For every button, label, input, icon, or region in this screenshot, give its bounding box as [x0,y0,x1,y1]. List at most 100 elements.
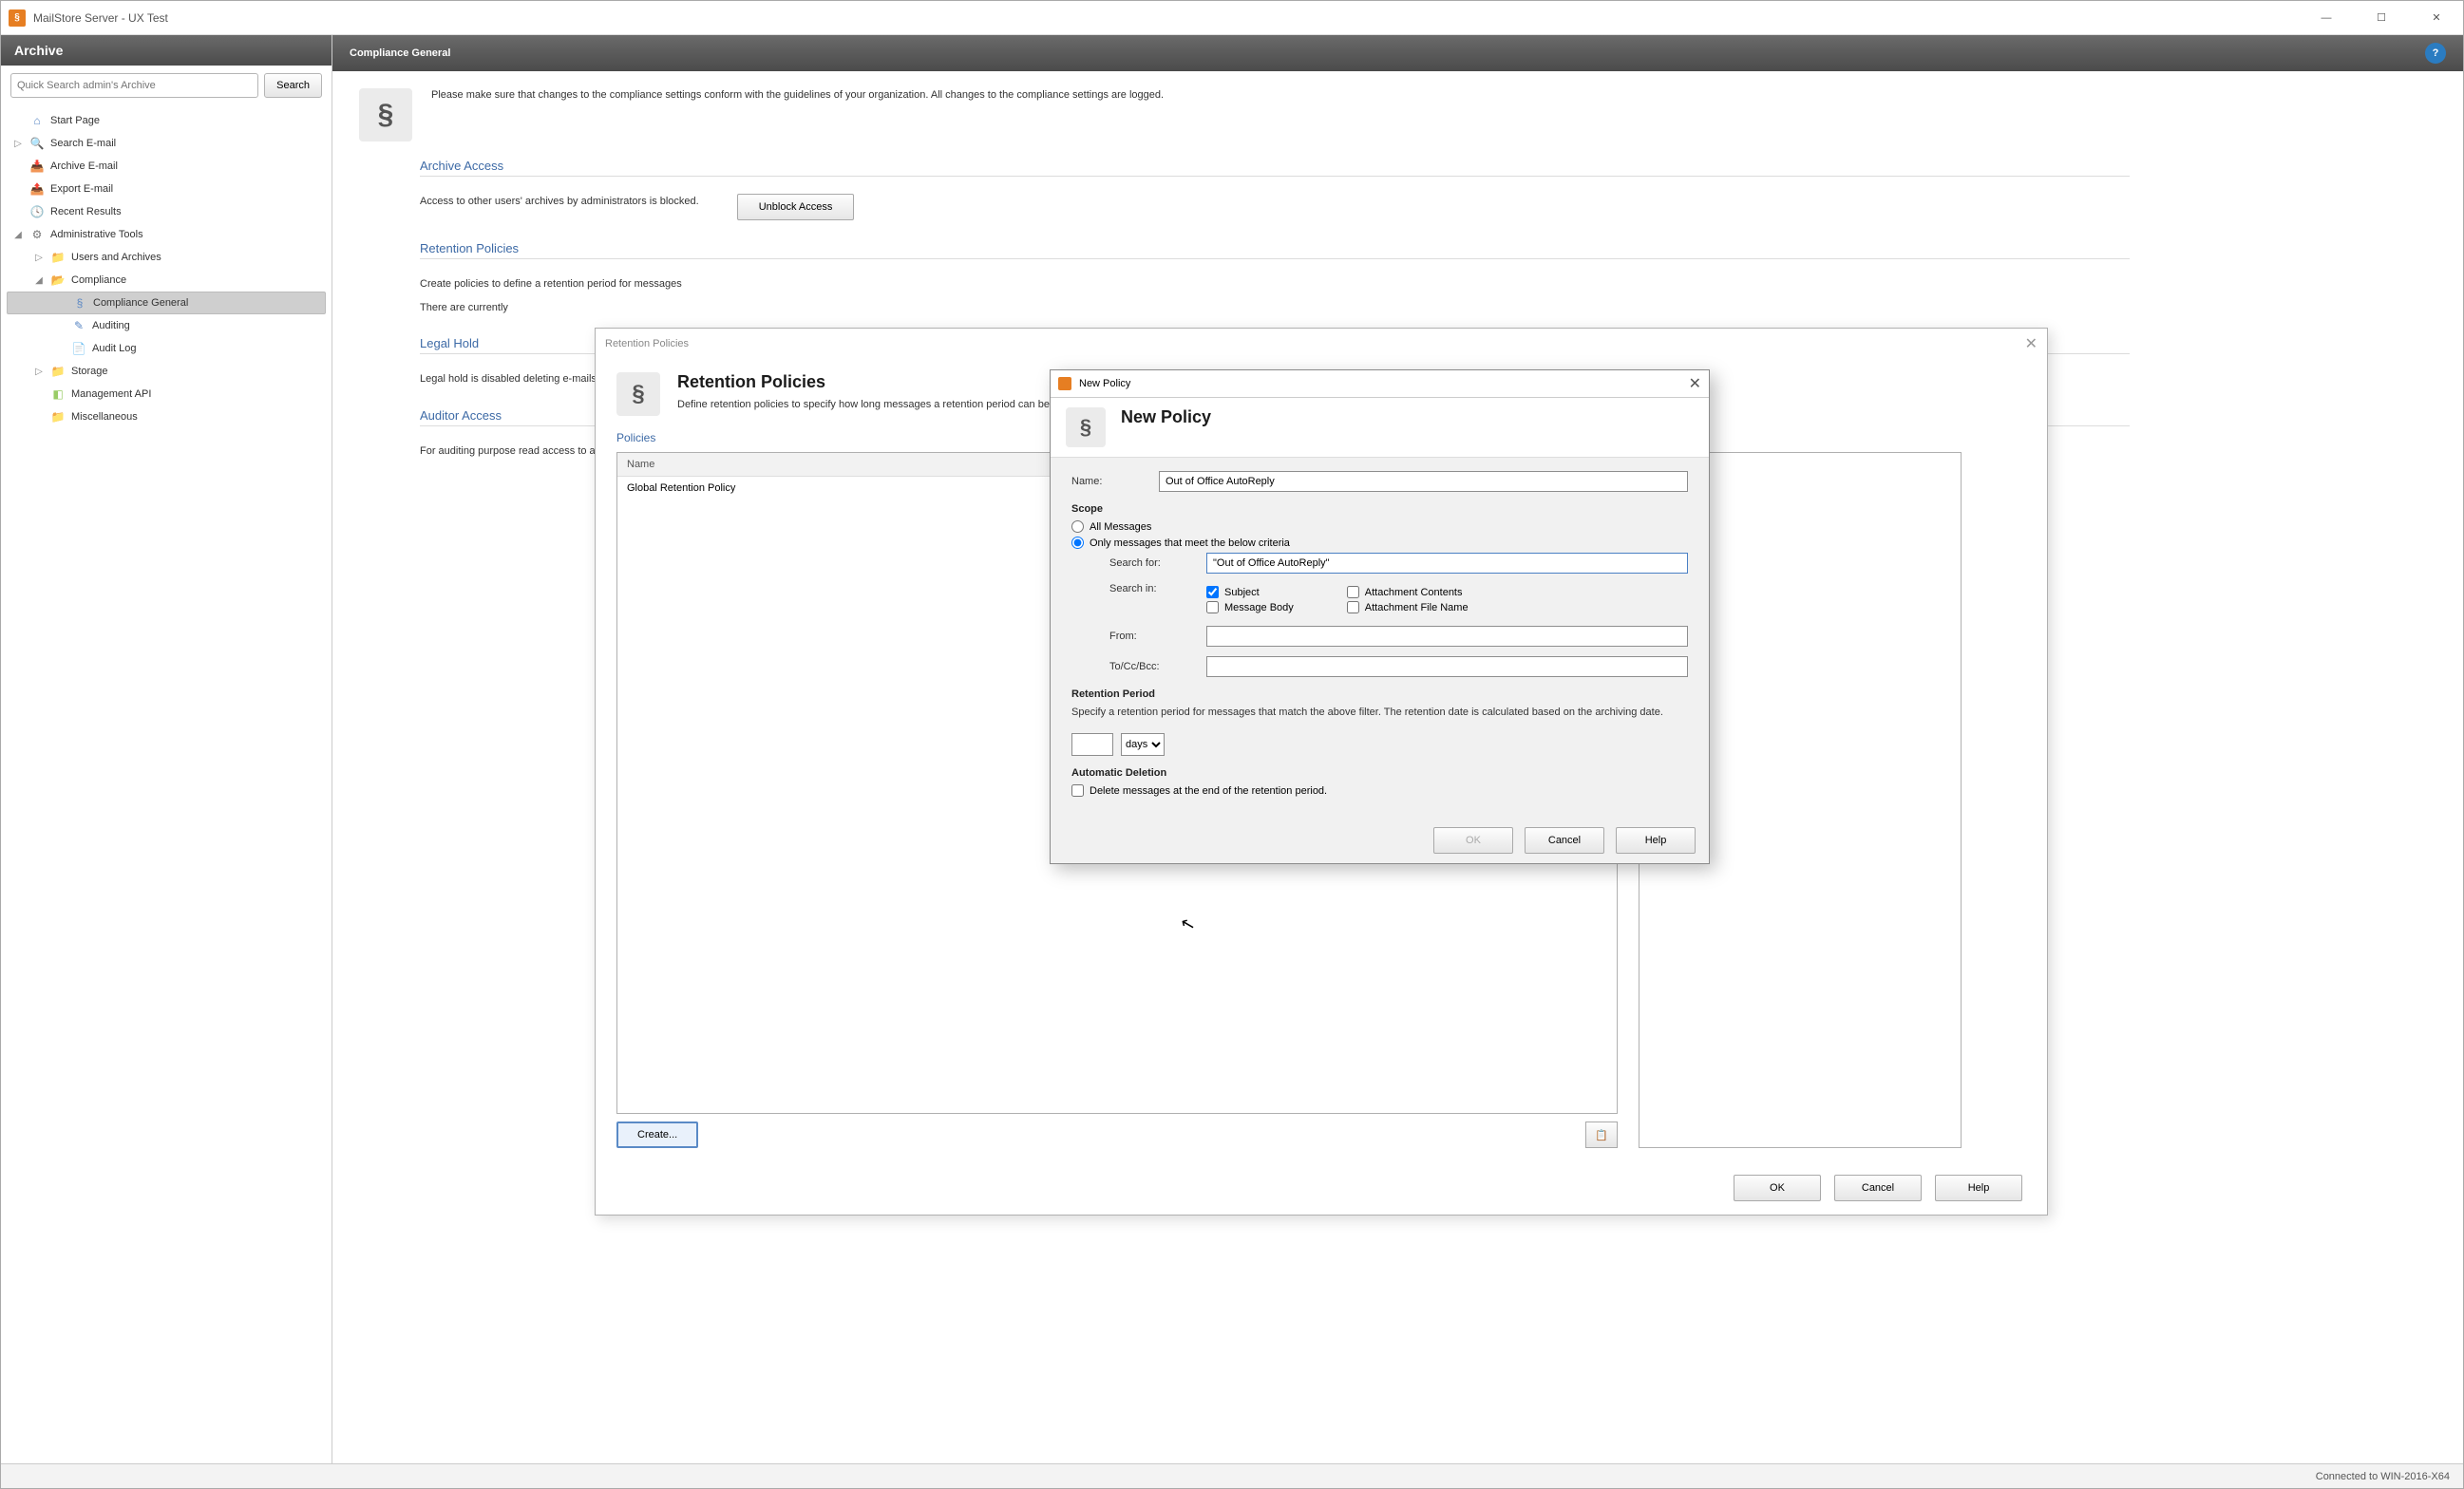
tree-recent-results[interactable]: 🕓Recent Results [7,200,326,223]
folder-icon: 📁 [50,364,66,379]
auto-deletion-label: Automatic Deletion [1071,767,1688,779]
tree-compliance[interactable]: ◢📂Compliance [7,269,326,292]
expander-icon[interactable]: ◢ [12,230,24,240]
ok-button[interactable]: OK [1734,1175,1821,1201]
titlebar: § MailStore Server - UX Test — ☐ ✕ [1,1,2463,35]
folder-icon: 📁 [50,409,66,424]
expander-icon[interactable]: ▷ [33,253,45,263]
api-icon: ◧ [50,386,66,402]
retention-period-desc: Specify a retention period for messages … [1071,706,1688,720]
retention-dialog-titlebar[interactable]: Retention Policies ✕ [596,329,2047,359]
app-icon [1058,377,1071,390]
new-policy-dialog: New Policy ✕ § New Policy Name: Scope Al… [1050,369,1710,864]
cancel-button[interactable]: Cancel [1834,1175,1922,1201]
minimize-button[interactable]: — [2313,9,2340,28]
audit-icon: ✎ [71,318,86,333]
retention-unit-select[interactable]: days [1121,733,1165,756]
chk-attachment-filename[interactable] [1347,601,1359,613]
cancel-button[interactable]: Cancel [1525,827,1604,854]
tree-archive-email[interactable]: 📥Archive E-mail [7,155,326,178]
quick-search-input[interactable] [10,73,258,98]
window-title: MailStore Server - UX Test [33,11,2313,25]
from-input[interactable] [1206,626,1688,647]
section-title: Retention Policies [420,241,2130,259]
retention-value-input[interactable] [1071,733,1113,756]
tree-compliance-general[interactable]: §Compliance General [7,292,326,314]
from-label: From: [1109,631,1195,642]
maximize-button[interactable]: ☐ [2368,9,2395,28]
intro-text: Please make sure that changes to the com… [431,88,1164,141]
tree-users-archives[interactable]: ▷📁Users and Archives [7,246,326,269]
section-title: Archive Access [420,159,2130,177]
search-for-input[interactable] [1206,553,1688,574]
tree-admin-tools[interactable]: ◢⚙Administrative Tools [7,223,326,246]
section-retention-policies: Retention Policies Create policies to de… [420,241,2130,315]
help-button[interactable]: Help [1616,827,1696,854]
section-big-icon: § [1066,407,1106,447]
chk-auto-delete-label: Delete messages at the end of the retent… [1090,785,1327,797]
main-header-title: Compliance General [350,47,450,59]
ok-button[interactable]: OK [1433,827,1513,854]
intro-row: § Please make sure that changes to the c… [359,88,2436,141]
auditor-access-text: For auditing purpose read access to all … [420,443,609,460]
window-controls: — ☐ ✕ [2313,9,2450,28]
list-tool-button[interactable]: 📋 [1585,1121,1618,1148]
radio-all-label: All Messages [1090,521,1151,533]
new-policy-titlebar[interactable]: New Policy ✕ [1051,370,1709,398]
retention-period-label: Retention Period [1071,688,1688,700]
tree-start-page[interactable]: ⌂Start Page [7,109,326,132]
nav-tree: ⌂Start Page ▷🔍Search E-mail 📥Archive E-m… [1,105,332,432]
radio-all-messages[interactable] [1071,520,1084,533]
tree-storage[interactable]: ▷📁Storage [7,360,326,383]
to-label: To/Cc/Bcc: [1109,661,1195,672]
to-input[interactable] [1206,656,1688,677]
chk-subject[interactable] [1206,586,1219,598]
main-header: Compliance General ? [332,35,2463,71]
close-button[interactable]: ✕ [2423,9,2450,28]
sidebar-header: Archive [1,35,332,66]
status-connection: Connected to WIN-2016-X64 [2316,1471,2450,1482]
quick-search-button[interactable]: Search [264,73,322,98]
retention-body-1: Create policies to define a retention pe… [420,276,682,292]
name-input[interactable] [1159,471,1688,492]
folder-icon: 📁 [50,250,66,265]
status-bar: Connected to WIN-2016-X64 [1,1463,2463,1488]
tree-export-email[interactable]: 📤Export E-mail [7,178,326,200]
chk-auto-delete[interactable] [1071,784,1084,797]
tree-audit-log[interactable]: 📄Audit Log [7,337,326,360]
home-icon: ⌂ [29,113,45,128]
section-archive-access: Archive Access Access to other users' ar… [420,159,2130,220]
radio-criteria-label: Only messages that meet the below criter… [1090,537,1290,549]
help-icon[interactable]: ? [2425,43,2446,64]
unblock-access-button[interactable]: Unblock Access [737,194,855,220]
sidebar: Archive Search ⌂Start Page ▷🔍Search E-ma… [1,35,332,1463]
radio-criteria[interactable] [1071,537,1084,549]
new-policy-heading: New Policy [1121,407,1211,447]
help-button[interactable]: Help [1935,1175,2022,1201]
new-policy-title: New Policy [1079,378,1130,389]
outbox-icon: 📤 [29,181,45,197]
clock-icon: 🕓 [29,204,45,219]
retention-body-2: There are currently [420,300,508,316]
close-icon[interactable]: ✕ [1689,374,1701,393]
tree-search-email[interactable]: ▷🔍Search E-mail [7,132,326,155]
search-for-label: Search for: [1109,557,1195,569]
inbox-icon: 📥 [29,159,45,174]
close-icon[interactable]: ✕ [2025,334,2038,353]
tree-miscellaneous[interactable]: 📁Miscellaneous [7,405,326,428]
chk-message-body[interactable] [1206,601,1219,613]
gear-icon: ⚙ [29,227,45,242]
create-button[interactable]: Create... [616,1121,698,1148]
chk-attachment-contents[interactable] [1347,586,1359,598]
expander-icon[interactable]: ▷ [33,367,45,377]
tree-auditing[interactable]: ✎Auditing [7,314,326,337]
section-big-icon: § [359,88,412,141]
section-big-icon: § [616,372,660,416]
name-label: Name: [1071,476,1147,487]
scope-label: Scope [1071,503,1688,515]
section-icon: § [72,295,87,311]
expander-icon[interactable]: ▷ [12,139,24,149]
legal-hold-text: Legal hold is disabled deleting e-mails. [420,371,599,387]
tree-management-api[interactable]: ◧Management API [7,383,326,405]
expander-icon[interactable]: ◢ [33,275,45,286]
